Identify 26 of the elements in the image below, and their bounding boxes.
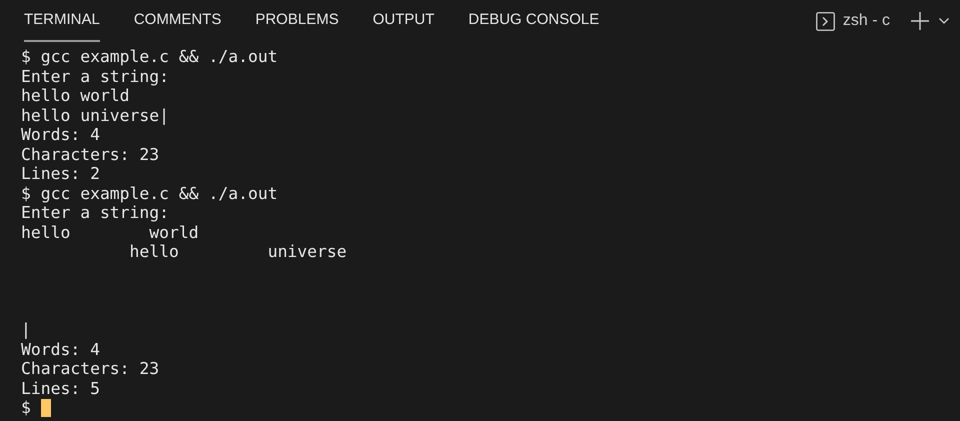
terminal-line: hello universe <box>128 242 347 262</box>
text-cursor <box>40 398 51 417</box>
terminal-prompt: $ <box>21 398 31 418</box>
terminal-line: Characters: 23 <box>21 144 160 164</box>
terminal-line: Characters: 23 <box>21 359 160 378</box>
chevron-down-icon[interactable] <box>938 17 950 25</box>
terminal-line: hello universe| <box>21 106 170 125</box>
panel-tab[interactable]: PROBLEMS <box>255 0 339 42</box>
terminal-line: Enter a string: <box>21 203 170 222</box>
terminal-line: Words: 4 <box>21 125 100 144</box>
terminal-line: $ gcc example.c && ./a.out <box>21 184 278 203</box>
panel-tab[interactable]: TERMINAL <box>24 0 100 42</box>
terminal-line: $ gcc example.c && ./a.out <box>21 47 278 66</box>
panel-tab[interactable]: DEBUG CONSOLE <box>468 0 600 42</box>
panel-tab[interactable]: COMMENTS <box>134 0 222 42</box>
terminal-line: hello world <box>21 222 199 242</box>
panel-tab[interactable]: OUTPUT <box>372 0 434 42</box>
terminal-selector[interactable]: zsh - c <box>842 12 890 30</box>
terminal-line: Lines: 2 <box>21 164 100 184</box>
terminal-line: | <box>21 320 31 340</box>
terminal-line: Words: 4 <box>21 340 100 359</box>
terminal-line: hello world <box>21 86 130 106</box>
terminal-line: Enter a string: <box>21 66 170 86</box>
terminal-line: Lines: 5 <box>21 378 100 398</box>
terminal-icon <box>816 12 835 30</box>
add-icon[interactable] <box>910 11 930 31</box>
